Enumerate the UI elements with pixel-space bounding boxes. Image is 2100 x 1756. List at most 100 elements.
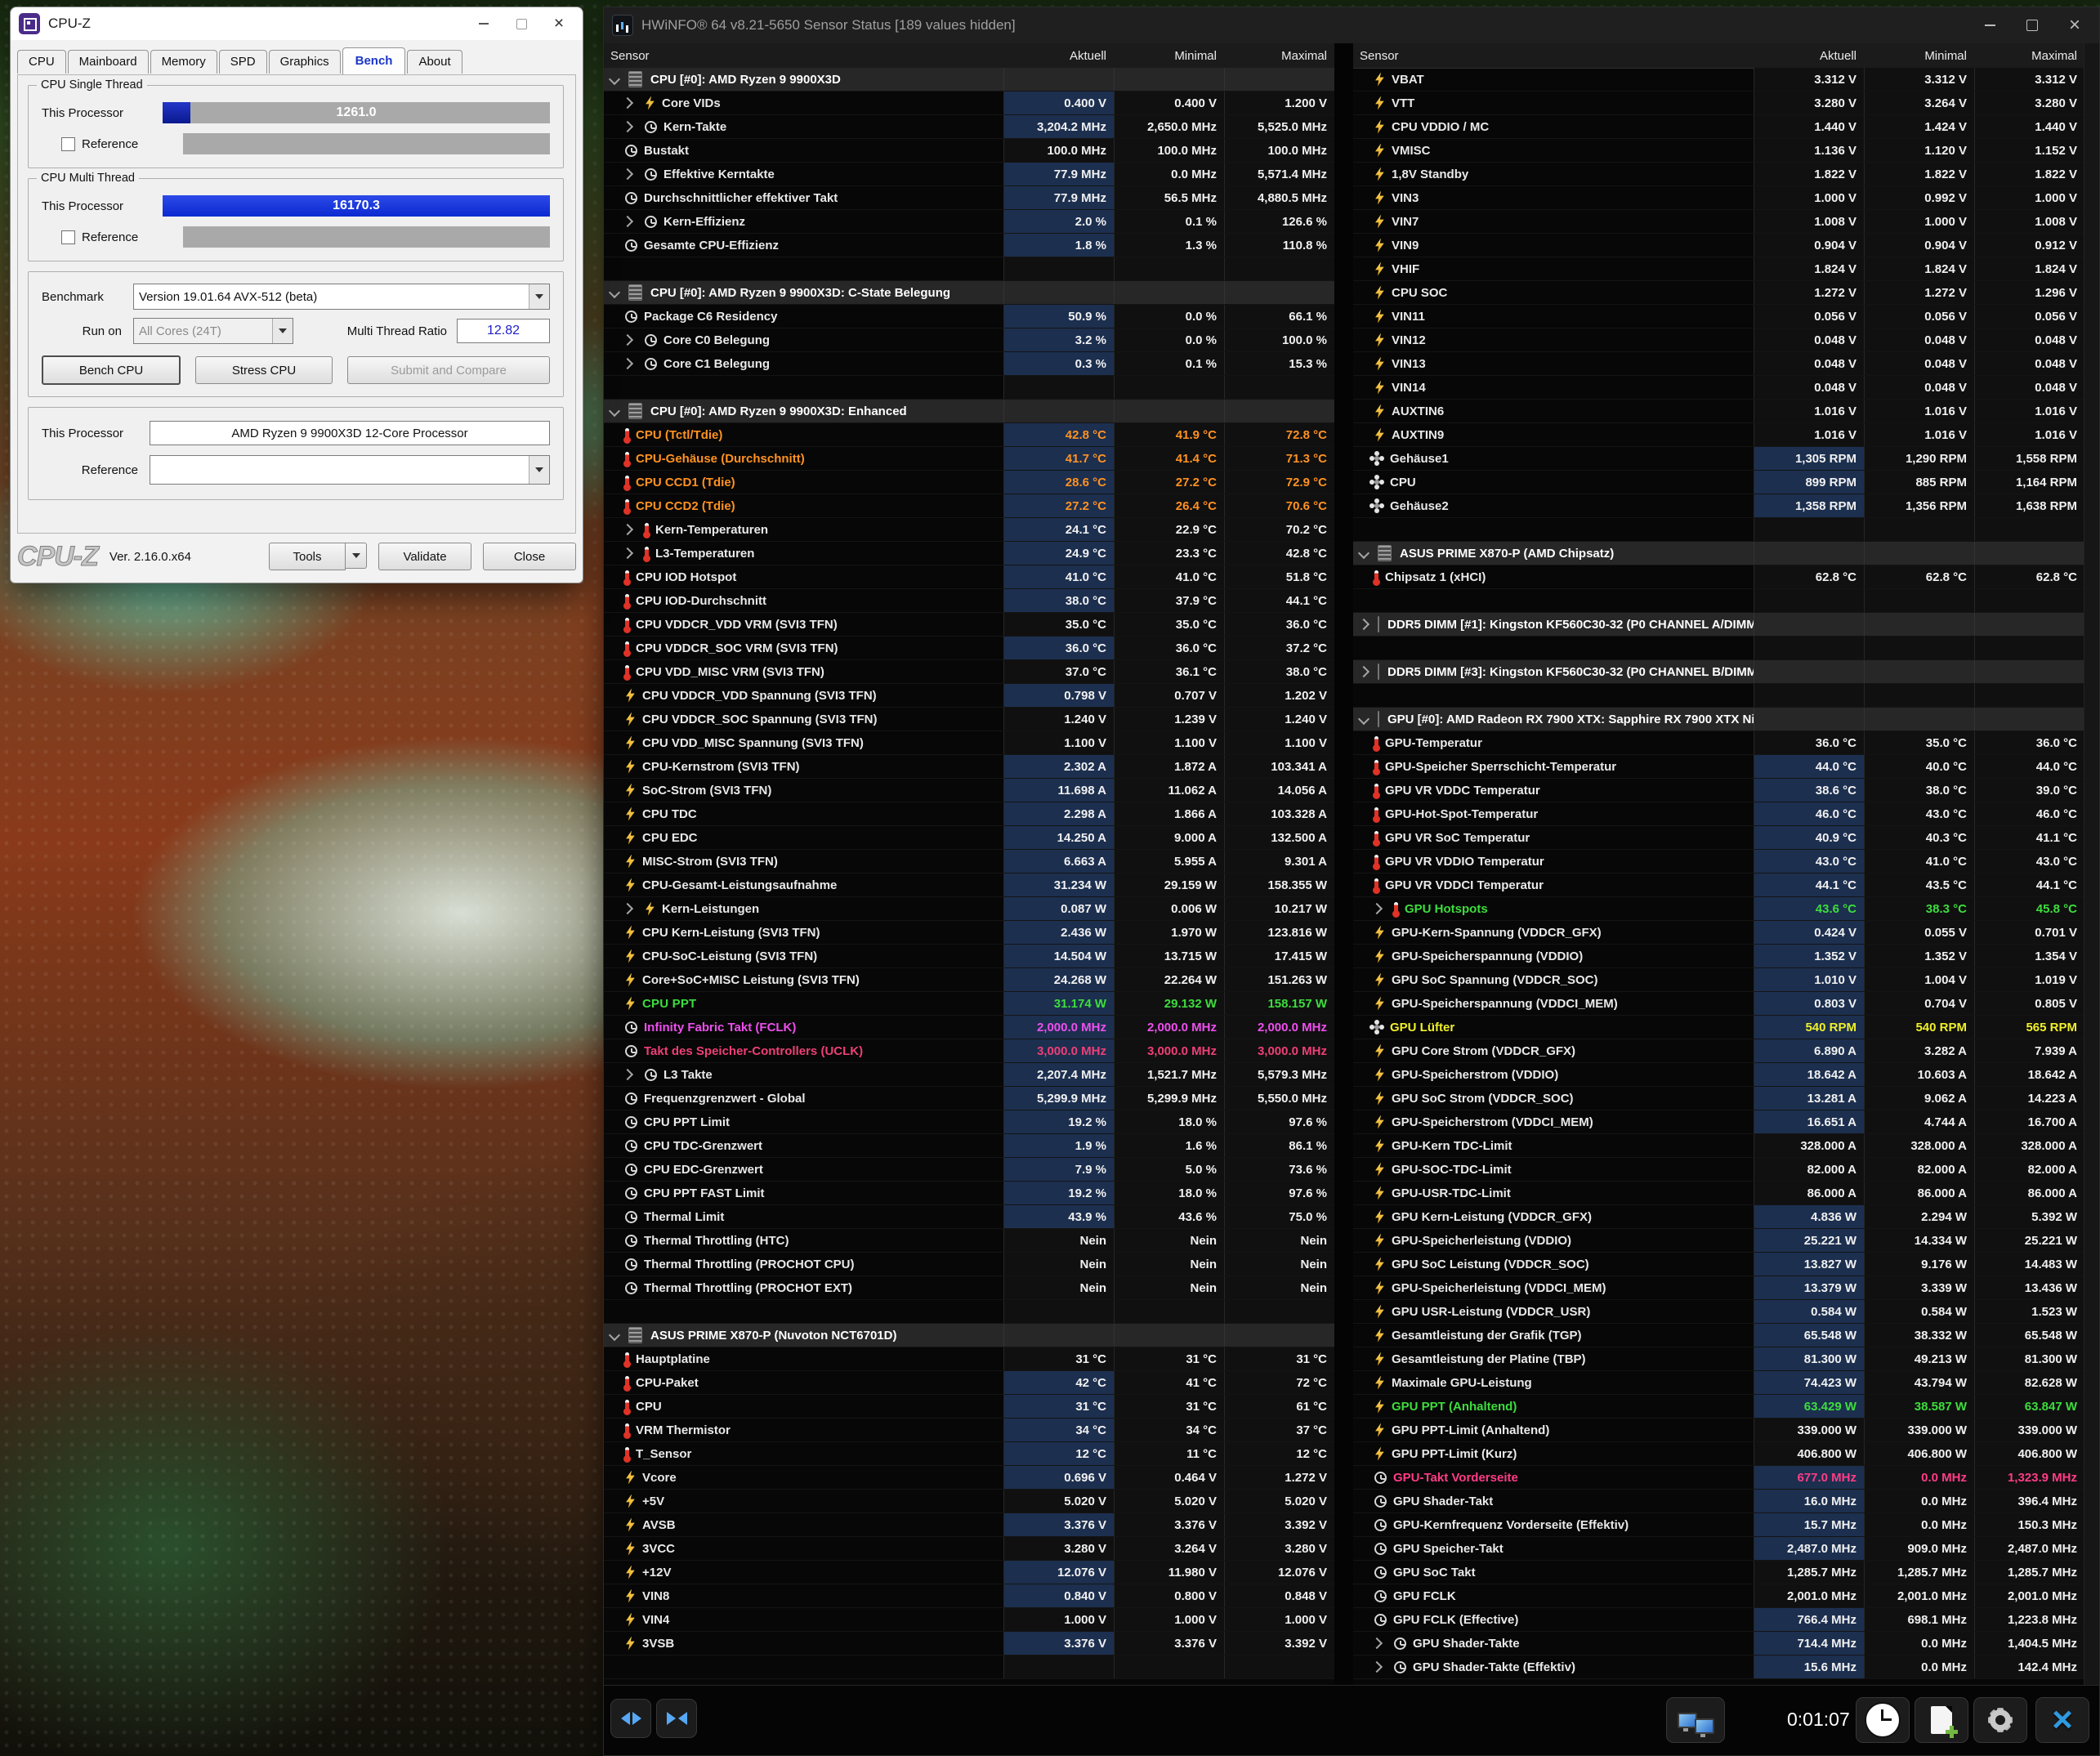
expander-chevron-icon[interactable]	[622, 903, 633, 914]
sensor-row[interactable]: CPU899 RPM885 RPM1,164 RPM	[1353, 471, 2084, 494]
sensor-row[interactable]: T_Sensor12 °C11 °C12 °C	[604, 1442, 1334, 1466]
sensor-row[interactable]: Thermal Throttling (PROCHOT CPU)NeinNein…	[604, 1253, 1334, 1276]
sensor-row[interactable]: GPU Shader-Takte (Effektiv)15.6 MHz0.0 M…	[1353, 1655, 2084, 1679]
sensor-group-header[interactable]: ASUS PRIME X870-P (AMD Chipsatz)	[1353, 542, 2084, 565]
sensor-row[interactable]: Durchschnittlicher effektiver Takt77.9 M…	[604, 186, 1334, 210]
tab-graphics[interactable]: Graphics	[269, 50, 341, 74]
sensor-row[interactable]: GPU Lüfter540 RPM540 RPM565 RPM	[1353, 1016, 2084, 1039]
expander-chevron-icon[interactable]	[1358, 547, 1369, 559]
sensor-row[interactable]: VIN31.000 V0.992 V1.000 V	[1353, 186, 2084, 210]
sensor-row[interactable]: Core C1 Belegung0.3 %0.1 %15.3 %	[604, 352, 1334, 376]
logging-button[interactable]	[1915, 1697, 1968, 1743]
sensor-row[interactable]: GPU Shader-Takte714.4 MHz0.0 MHz1,404.5 …	[1353, 1632, 2084, 1655]
sensor-row[interactable]: Core+SoC+MISC Leistung (SVI3 TFN)24.268 …	[604, 968, 1334, 992]
sensor-row[interactable]: GPU USR-Leistung (VDDCR_USR)0.584 W0.584…	[1353, 1300, 2084, 1324]
sensor-row[interactable]: CPU TDC-Grenzwert1.9 %1.6 %86.1 %	[604, 1134, 1334, 1158]
minimize-button[interactable]	[1968, 10, 2011, 41]
sensor-row[interactable]: 3VCC3.280 V3.264 V3.280 V	[604, 1537, 1334, 1561]
sensor-row[interactable]: Core VIDs0.400 V0.400 V1.200 V	[604, 92, 1334, 115]
reference-dropdown[interactable]	[150, 455, 550, 485]
sensor-row[interactable]: GPU-Hot-Spot-Temperatur46.0 °C43.0 °C46.…	[1353, 802, 2084, 826]
expander-chevron-icon[interactable]	[622, 1069, 633, 1080]
column-header[interactable]: Sensor Aktuell Minimal Maximal	[604, 43, 1334, 69]
sensor-row[interactable]: +12V12.076 V11.980 V12.076 V	[604, 1561, 1334, 1584]
sensor-row[interactable]: VIN90.904 V0.904 V0.912 V	[1353, 234, 2084, 257]
sensor-row[interactable]: CPU-SoC-Leistung (SVI3 TFN)14.504 W13.71…	[604, 945, 1334, 968]
sensor-row[interactable]: VIN80.840 V0.800 V0.848 V	[604, 1584, 1334, 1608]
sensor-row[interactable]: Thermal Throttling (HTC)NeinNeinNein	[604, 1229, 1334, 1253]
stress-cpu-button[interactable]: Stress CPU	[195, 356, 333, 384]
expander-chevron-icon[interactable]	[1371, 1661, 1383, 1673]
sensor-row[interactable]: CPU PPT FAST Limit19.2 %18.0 %97.6 %	[604, 1182, 1334, 1205]
expander-chevron-icon[interactable]	[609, 1329, 620, 1341]
expander-chevron-icon[interactable]	[1358, 619, 1369, 630]
tab-cpu[interactable]: CPU	[17, 50, 66, 74]
expander-chevron-icon[interactable]	[1358, 666, 1369, 677]
sensor-row[interactable]: Kern-Leistungen0.087 W0.006 W10.217 W	[604, 897, 1334, 921]
sensor-row[interactable]: CPU-Kernstrom (SVI3 TFN)2.302 A1.872 A10…	[604, 755, 1334, 779]
sensor-row[interactable]: CPU VDD_MISC Spannung (SVI3 TFN)1.100 V1…	[604, 731, 1334, 755]
sensor-row[interactable]: GPU FCLK (Effective)766.4 MHz698.1 MHz1,…	[1353, 1608, 2084, 1632]
sensor-row[interactable]: VRM Thermistor34 °C34 °C37 °C	[604, 1419, 1334, 1442]
sensor-group-header[interactable]: CPU [#0]: AMD Ryzen 9 9900X3D	[604, 68, 1334, 92]
expander-chevron-icon[interactable]	[622, 524, 633, 535]
sensor-row[interactable]: CPU-Paket42 °C41 °C72 °C	[604, 1371, 1334, 1395]
sensor-row[interactable]: Package C6 Residency50.9 %0.0 %66.1 %	[604, 305, 1334, 328]
expander-chevron-icon[interactable]	[1371, 1638, 1383, 1649]
sensor-row[interactable]: Kern-Effizienz2.0 %0.1 %126.6 %	[604, 210, 1334, 234]
sensor-row[interactable]: GPU PPT (Anhaltend)63.429 W38.587 W63.84…	[1353, 1395, 2084, 1419]
sensor-row[interactable]: SoC-Strom (SVI3 TFN)11.698 A11.062 A14.0…	[604, 779, 1334, 802]
sensor-row[interactable]: Infinity Fabric Takt (FCLK)2,000.0 MHz2,…	[604, 1016, 1334, 1039]
expander-chevron-icon[interactable]	[622, 121, 633, 132]
sensor-row[interactable]: Takt des Speicher-Controllers (UCLK)3,00…	[604, 1039, 1334, 1063]
sensor-row[interactable]: Kern-Takte3,204.2 MHz2,650.0 MHz5,525.0 …	[604, 115, 1334, 139]
close-icon[interactable]: ×	[2053, 10, 2096, 41]
sensor-group-header[interactable]: DDR5 DIMM [#3]: Kingston KF560C30-32 (P0…	[1353, 660, 2084, 684]
close-sensors-button[interactable]: ×	[2035, 1697, 2089, 1743]
sensor-row[interactable]: GPU Speicher-Takt2,487.0 MHz909.0 MHz2,4…	[1353, 1537, 2084, 1561]
sensor-row[interactable]: CPU PPT31.174 W29.132 W158.157 W	[604, 992, 1334, 1016]
sensor-group-header[interactable]: GPU [#0]: AMD Radeon RX 7900 XTX: Sapphi…	[1353, 708, 2084, 731]
sensor-row[interactable]: VBAT3.312 V3.312 V3.312 V	[1353, 68, 2084, 92]
sensor-row[interactable]: CPU EDC14.250 A9.000 A132.500 A	[604, 826, 1334, 850]
sensor-row[interactable]: CPU (Tctl/Tdie)42.8 °C41.9 °C72.8 °C	[604, 423, 1334, 447]
sensor-row[interactable]: GPU SoC Spannung (VDDCR_SOC)1.010 V1.004…	[1353, 968, 2084, 992]
sensor-row[interactable]: Gesamtleistung der Platine (TBP)81.300 W…	[1353, 1347, 2084, 1371]
tab-about[interactable]: About	[407, 50, 462, 74]
sensor-row[interactable]: VIN71.008 V1.000 V1.008 V	[1353, 210, 2084, 234]
sensor-row[interactable]: Gesamte CPU-Effizienz1.8 %1.3 %110.8 %	[604, 234, 1334, 257]
sensor-row[interactable]: CPU VDDCR_SOC VRM (SVI3 TFN)36.0 °C36.0 …	[604, 637, 1334, 660]
sensor-row[interactable]: GPU PPT-Limit (Anhaltend)339.000 W339.00…	[1353, 1419, 2084, 1442]
sensor-row[interactable]: VIN41.000 V1.000 V1.000 V	[604, 1608, 1334, 1632]
sensor-row[interactable]: GPU Hotspots43.6 °C38.3 °C45.8 °C	[1353, 897, 2084, 921]
sensor-row[interactable]: Thermal Limit43.9 %43.6 %75.0 %	[604, 1205, 1334, 1229]
sensor-row[interactable]: GPU-USR-TDC-Limit86.000 A86.000 A86.000 …	[1353, 1182, 2084, 1205]
expander-chevron-icon[interactable]	[622, 547, 633, 559]
maximize-button[interactable]	[2011, 10, 2053, 41]
sensor-row[interactable]: Gehäuse21,358 RPM1,356 RPM1,638 RPM	[1353, 494, 2084, 518]
sensor-row[interactable]: CPU PPT Limit19.2 %18.0 %97.6 %	[604, 1110, 1334, 1134]
expander-chevron-icon[interactable]	[622, 334, 633, 346]
sensor-group-header[interactable]: CPU [#0]: AMD Ryzen 9 9900X3D: Enhanced	[604, 400, 1334, 423]
sensor-row[interactable]: CPU31 °C31 °C61 °C	[604, 1395, 1334, 1419]
sensor-row[interactable]: Gehäuse11,305 RPM1,290 RPM1,558 RPM	[1353, 447, 2084, 471]
sensor-row[interactable]: GPU-Speicherspannung (VDDIO)1.352 V1.352…	[1353, 945, 2084, 968]
sensor-row[interactable]: CPU-Gesamt-Leistungsaufnahme31.234 W29.1…	[604, 874, 1334, 897]
sensor-row[interactable]: GPU-Speicher Sperrschicht-Temperatur44.0…	[1353, 755, 2084, 779]
remote-sensors-button[interactable]	[1666, 1697, 1725, 1743]
tab-memory[interactable]: Memory	[150, 50, 217, 74]
tools-dropdown-arrow[interactable]	[346, 543, 367, 569]
expander-chevron-icon[interactable]	[1358, 713, 1369, 725]
sensor-row[interactable]: CPU EDC-Grenzwert7.9 %5.0 %73.6 %	[604, 1158, 1334, 1182]
sensor-row[interactable]: VIN120.048 V0.048 V0.048 V	[1353, 328, 2084, 352]
expand-columns-button[interactable]	[610, 1699, 651, 1738]
sensor-row[interactable]: CPU VDD_MISC VRM (SVI3 TFN)37.0 °C36.1 °…	[604, 660, 1334, 684]
sensor-row[interactable]: AUXTIN61.016 V1.016 V1.016 V	[1353, 400, 2084, 423]
scrollbar[interactable]	[2084, 43, 2099, 1686]
sensor-row[interactable]: Thermal Throttling (PROCHOT EXT)NeinNein…	[604, 1276, 1334, 1300]
sensor-row[interactable]: GPU Core Strom (VDDCR_GFX)6.890 A3.282 A…	[1353, 1039, 2084, 1063]
reset-clock-button[interactable]	[1856, 1697, 1910, 1743]
sensor-row[interactable]: Effektive Kerntakte77.9 MHz0.0 MHz5,571.…	[604, 163, 1334, 186]
sensor-row[interactable]: 1,8V Standby1.822 V1.822 V1.822 V	[1353, 163, 2084, 186]
expander-chevron-icon[interactable]	[622, 97, 633, 109]
